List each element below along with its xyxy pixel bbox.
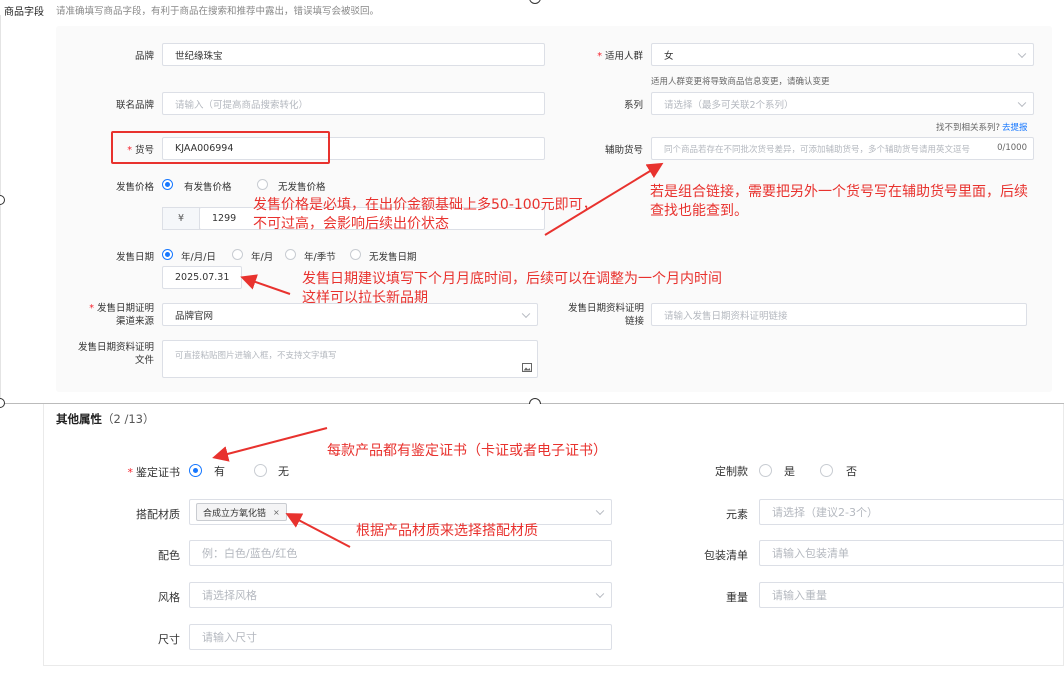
aux-arrow [544,162,664,236]
material-arrow [285,513,351,548]
annotation-arrows [212,162,664,548]
cert-arrow [212,427,328,462]
date-arrow [240,274,291,295]
